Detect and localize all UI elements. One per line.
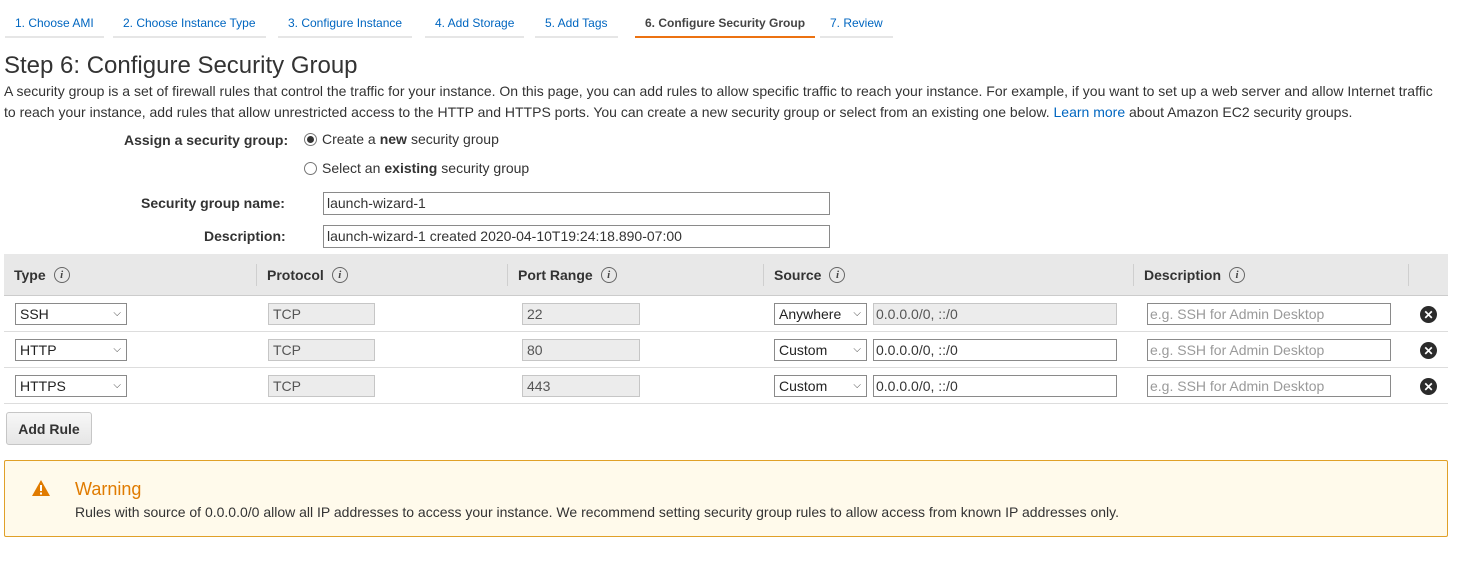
remove-rule-icon[interactable]: ✕ bbox=[1420, 306, 1437, 323]
step-configure-security-group[interactable]: 6. Configure Security Group bbox=[635, 10, 816, 38]
warning-title: Warning bbox=[75, 479, 142, 499]
step-choose-ami[interactable]: 1. Choose AMI bbox=[5, 10, 104, 38]
radio-create-new[interactable]: Create a new security group bbox=[304, 131, 499, 147]
source-mode-select[interactable]: Custom ⌵ bbox=[774, 339, 867, 361]
source-mode-select[interactable]: Anywhere ⌵ bbox=[774, 303, 867, 325]
info-icon[interactable]: i bbox=[53, 267, 70, 283]
chevron-down-icon: ⌵ bbox=[853, 380, 861, 391]
step-add-storage[interactable]: 4. Add Storage bbox=[425, 10, 525, 38]
radio-existing-post: security group bbox=[441, 160, 530, 176]
chevron-down-icon: ⌵ bbox=[113, 380, 121, 391]
col-header-source: Source i bbox=[764, 254, 846, 296]
warning-icon bbox=[32, 480, 50, 496]
description-input[interactable]: launch-wizard-1 created 2020-04-10T19:24… bbox=[323, 225, 830, 248]
radio-new-bold: new bbox=[379, 131, 407, 147]
group-name-label: Security group name: bbox=[141, 195, 285, 211]
table-row: HTTP ⌵ TCP 80 Custom ⌵ 0.0.0.0/0, ::/0 e.g… bbox=[4, 332, 1448, 368]
description-label: Description: bbox=[204, 228, 286, 244]
step-configure-instance[interactable]: 3. Configure Instance bbox=[278, 10, 413, 38]
radio-existing-pre: Select an bbox=[322, 160, 381, 176]
warning-alert: Warning Rules with source of 0.0.0.0/0 a… bbox=[4, 460, 1448, 537]
chevron-down-icon: ⌵ bbox=[113, 308, 121, 319]
remove-rule-icon[interactable]: ✕ bbox=[1420, 378, 1437, 395]
col-header-protocol: Protocol i bbox=[257, 254, 348, 296]
radio-select-existing[interactable]: Select an existing security group bbox=[304, 160, 529, 176]
source-cidr-field: 0.0.0.0/0, ::/0 bbox=[873, 303, 1117, 325]
info-icon[interactable]: i bbox=[829, 267, 846, 283]
chevron-down-icon: ⌵ bbox=[853, 308, 861, 319]
protocol-field: TCP bbox=[268, 375, 375, 397]
protocol-field: TCP bbox=[268, 339, 375, 361]
warning-text: Rules with source of 0.0.0.0/0 allow all… bbox=[75, 504, 1120, 520]
type-select[interactable]: SSH ⌵ bbox=[15, 303, 127, 325]
source-mode-select[interactable]: Custom ⌵ bbox=[774, 375, 867, 397]
radio-new-pre: Create a bbox=[322, 131, 376, 147]
type-select[interactable]: HTTPS ⌵ bbox=[15, 375, 127, 397]
protocol-field: TCP bbox=[268, 303, 375, 325]
radio-new-post: security group bbox=[410, 131, 499, 147]
type-select[interactable]: HTTP ⌵ bbox=[15, 339, 127, 361]
table-row: HTTPS ⌵ TCP 443 Custom ⌵ 0.0.0.0/0, ::/0 e… bbox=[4, 368, 1448, 404]
rule-description-input[interactable]: e.g. SSH for Admin Desktop bbox=[1147, 303, 1391, 325]
rule-description-input[interactable]: e.g. SSH for Admin Desktop bbox=[1147, 339, 1391, 361]
assign-group-label: Assign a security group: bbox=[124, 132, 289, 148]
table-row: SSH ⌵ TCP 22 Anywhere ⌵ 0.0.0.0/0, ::/0 e.… bbox=[4, 296, 1448, 332]
source-cidr-input[interactable]: 0.0.0.0/0, ::/0 bbox=[873, 375, 1117, 397]
info-icon[interactable]: i bbox=[331, 267, 348, 283]
rules-table-header: Type i Protocol i Port Range i Source i Desc… bbox=[4, 254, 1448, 296]
col-header-type: Type i bbox=[4, 254, 70, 296]
col-header-port-range: Port Range i bbox=[508, 254, 617, 296]
page-title: Step 6: Configure Security Group bbox=[4, 52, 358, 79]
source-cidr-input[interactable]: 0.0.0.0/0, ::/0 bbox=[873, 339, 1117, 361]
radio-button-unselected[interactable] bbox=[304, 161, 317, 175]
step-review[interactable]: 7. Review bbox=[820, 10, 893, 38]
learn-more-link[interactable]: Learn more bbox=[1054, 104, 1126, 120]
step-choose-instance-type[interactable]: 2. Choose Instance Type bbox=[113, 10, 266, 38]
intro-text: A security group is a set of firewall ru… bbox=[4, 81, 1444, 123]
intro-suffix: about Amazon EC2 security groups. bbox=[1129, 104, 1353, 120]
col-header-description: Description i bbox=[1134, 254, 1246, 296]
radio-existing-bold: existing bbox=[384, 160, 438, 176]
chevron-down-icon: ⌵ bbox=[853, 344, 861, 355]
port-range-field: 80 bbox=[522, 339, 640, 361]
step-add-tags[interactable]: 5. Add Tags bbox=[535, 10, 618, 38]
info-icon[interactable]: i bbox=[1229, 267, 1246, 283]
port-range-field: 22 bbox=[522, 303, 640, 325]
info-icon[interactable]: i bbox=[600, 267, 617, 283]
rule-description-input[interactable]: e.g. SSH for Admin Desktop bbox=[1147, 375, 1391, 397]
port-range-field: 443 bbox=[522, 375, 640, 397]
add-rule-button[interactable]: Add Rule bbox=[6, 412, 92, 445]
radio-button-selected[interactable] bbox=[304, 132, 317, 146]
remove-rule-icon[interactable]: ✕ bbox=[1420, 342, 1437, 359]
group-name-input[interactable]: launch-wizard-1 bbox=[323, 192, 830, 215]
chevron-down-icon: ⌵ bbox=[113, 344, 121, 355]
